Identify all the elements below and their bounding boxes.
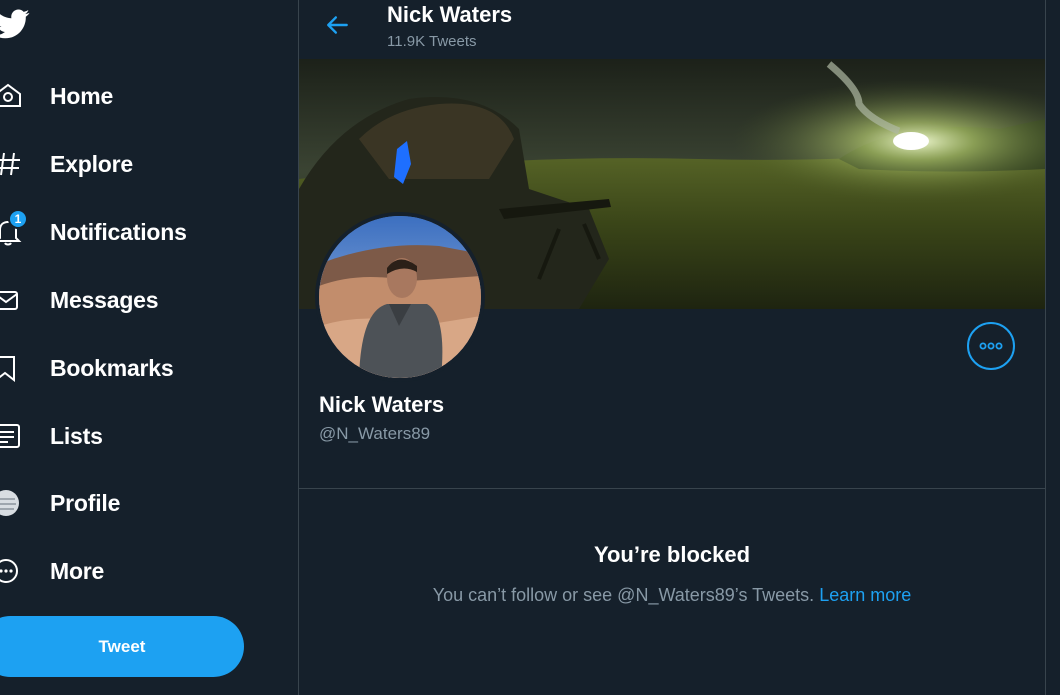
blocked-title: You’re blocked	[593, 542, 751, 567]
scrollbar[interactable]	[1046, 0, 1060, 695]
tweet-button[interactable]: Tweet	[0, 616, 244, 677]
profile-column: Nick Waters 11.9K Tweets Nick Waters @N_…	[298, 0, 1046, 695]
profile-header-bar: Nick Waters 11.9K Tweets	[299, 0, 1045, 59]
profile-avatar[interactable]	[315, 212, 485, 382]
profile-handle: @N_Waters89	[319, 424, 431, 443]
sidebar-nav: Home Explore 1 Notifications Messages Bo…	[0, 0, 298, 695]
sidebar-item-label: Profile	[50, 490, 121, 516]
sidebar-item-label: Messages	[50, 287, 159, 313]
sidebar-item-label: Explore	[50, 151, 133, 177]
learn-more-link[interactable]: Learn more	[819, 585, 911, 605]
more-dots-icon	[979, 342, 1003, 350]
sidebar-item-label: Notifications	[50, 219, 187, 245]
envelope-icon	[0, 291, 18, 310]
back-arrow-icon[interactable]	[325, 12, 351, 38]
tweet-count: 11.9K Tweets	[387, 33, 477, 50]
list-icon	[0, 424, 20, 448]
bookmark-icon	[0, 356, 15, 382]
home-icon	[0, 83, 21, 107]
sidebar-item-label: Lists	[50, 423, 103, 449]
more-circle-icon	[0, 559, 18, 583]
sidebar-item-label: More	[50, 558, 105, 584]
more-options-button[interactable]	[967, 322, 1015, 370]
header-title: Nick Waters	[387, 2, 513, 27]
profile-avatar-icon	[0, 490, 19, 516]
sidebar-item-label: Home	[50, 83, 114, 109]
profile-name: Nick Waters	[319, 392, 445, 417]
blocked-message-text: You can’t follow or see @N_Waters89’s Tw…	[432, 585, 815, 605]
hashtag-icon	[0, 152, 20, 176]
twitter-logo-icon[interactable]	[0, 6, 30, 42]
blocked-message: You can’t follow or see @N_Waters89’s Tw…	[299, 585, 1045, 606]
divider	[299, 488, 1045, 489]
notification-badge: 1	[8, 209, 28, 229]
sidebar-item-label: Bookmarks	[50, 355, 174, 381]
